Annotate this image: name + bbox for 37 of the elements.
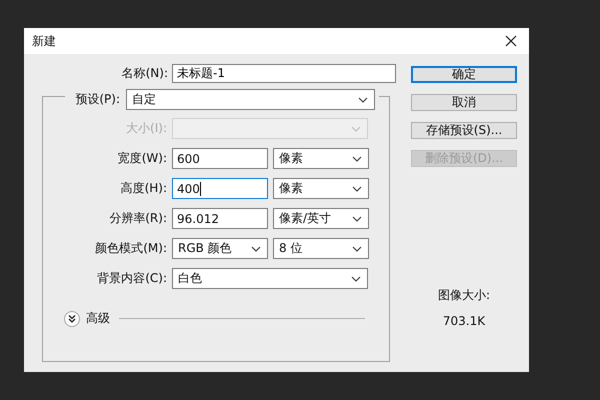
field-label: 颜色模式(M):	[94, 240, 167, 257]
field-label: 宽度(W):	[116, 150, 167, 167]
dropdown[interactable]: 像素/英寸	[273, 208, 369, 229]
dropdown[interactable]: RGB 颜色	[172, 238, 268, 259]
name-field[interactable]: 未标题-1	[172, 64, 396, 83]
dropdown[interactable]: 8 位	[273, 238, 369, 259]
image-size-label: 图像大小:	[438, 287, 490, 304]
chevron-icon	[351, 126, 361, 132]
dialog-button[interactable]: 存储预设(S)...	[411, 122, 517, 139]
text-cursor	[200, 182, 201, 196]
dropdown[interactable]: 像素	[273, 148, 369, 169]
field-label: 分辨率(R):	[108, 210, 167, 227]
field-label: 高度(H):	[120, 180, 167, 197]
dropdown[interactable]: 白色	[172, 268, 368, 289]
chevron-icon	[251, 246, 261, 252]
field-label: 背景内容(C):	[96, 270, 167, 287]
dialog-button[interactable]: 取消	[411, 94, 517, 111]
input-field[interactable]: 600	[172, 148, 268, 169]
chevron-icon	[352, 186, 362, 192]
field-label: 预设(P):	[74, 91, 120, 108]
section-label: 高级	[86, 310, 110, 327]
field-label: 名称(N):	[120, 65, 168, 82]
preset-dropdown[interactable]: 自定	[126, 89, 375, 110]
dialog-button[interactable]: 确定	[411, 66, 517, 83]
chevron-icon	[358, 96, 368, 102]
input-field[interactable]: 96.012	[172, 208, 268, 229]
dropdown[interactable]: 像素	[273, 178, 369, 199]
chevron-icon	[352, 246, 362, 252]
close-icon[interactable]	[505, 35, 517, 47]
chevron-icon	[352, 156, 362, 162]
image-size-value: 703.1K	[442, 314, 486, 328]
chevron-icon	[351, 276, 361, 282]
input-field[interactable]: 400	[172, 178, 268, 199]
chevron-icon	[352, 216, 362, 222]
window-title: 新建	[32, 32, 56, 50]
expand-icon[interactable]	[64, 310, 80, 326]
field-label: 大小(I):	[125, 120, 167, 137]
